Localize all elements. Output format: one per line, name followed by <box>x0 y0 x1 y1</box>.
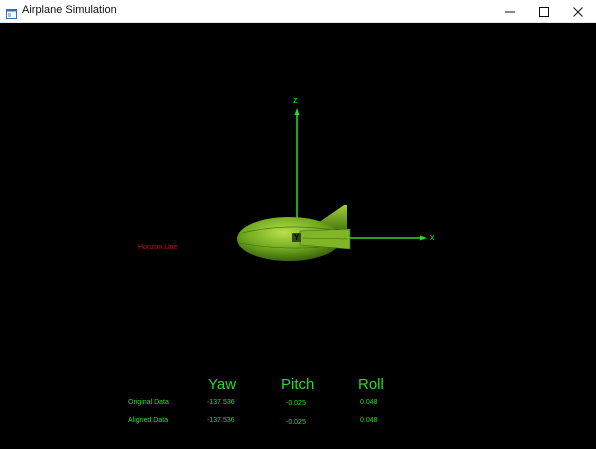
x-axis-label: x <box>430 232 435 242</box>
minimize-button[interactable] <box>493 0 527 23</box>
close-icon <box>573 7 583 17</box>
title-bar[interactable]: Airplane Simulation <box>0 0 596 23</box>
horizon-line-label: Horizon Line <box>138 244 178 251</box>
aligned-pitch-value: -0.025 <box>286 419 306 426</box>
original-yaw-value: -137.536 <box>207 399 235 406</box>
aligned-roll-value: 0.048 <box>360 417 378 424</box>
maximize-button[interactable] <box>527 0 561 23</box>
app-window-icon <box>6 6 17 19</box>
window-title: Airplane Simulation <box>22 4 117 16</box>
z-axis-label: z <box>293 95 298 105</box>
roll-header: Roll <box>358 376 384 393</box>
app-window: Airplane Simulation z x Y Horizon Line Y… <box>0 0 596 449</box>
aligned-yaw-value: -137.536 <box>207 417 235 424</box>
original-roll-value: 0.048 <box>360 399 378 406</box>
aligned-data-label: Aligned Data <box>128 417 169 424</box>
maximize-icon <box>539 7 549 17</box>
original-pitch-value: -0.025 <box>286 400 306 407</box>
x-axis <box>350 235 427 241</box>
original-data-label: Original Data <box>128 399 169 406</box>
yaw-header: Yaw <box>208 376 237 393</box>
render-viewport[interactable]: z x Y Horizon Line Yaw Pitch Roll Origin… <box>0 23 596 449</box>
pitch-header: Pitch <box>281 376 315 393</box>
y-axis-label: Y <box>294 233 300 242</box>
close-button[interactable] <box>561 0 595 23</box>
minimize-icon <box>505 11 515 13</box>
